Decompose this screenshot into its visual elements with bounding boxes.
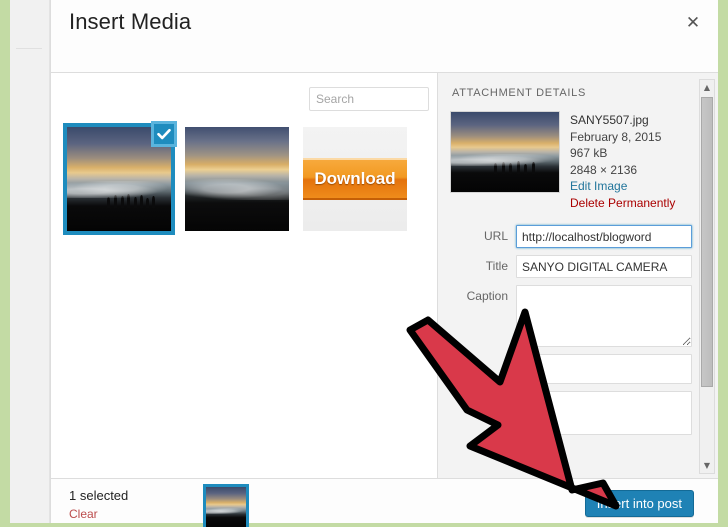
- field-row-url: URL: [450, 225, 692, 248]
- selection-status: 1 selected: [69, 488, 128, 503]
- download-bar: Download: [303, 158, 407, 200]
- title-field-label: Title: [450, 255, 516, 273]
- attachment-date: February 8, 2015: [570, 129, 675, 146]
- delete-permanently-link[interactable]: Delete Permanently: [570, 195, 675, 212]
- selected-thumbnail-image: [206, 487, 246, 527]
- alt-text-field-label: [450, 354, 516, 358]
- url-field-label: URL: [450, 225, 516, 243]
- details-scrollbar[interactable]: ▲ ▼: [699, 79, 715, 474]
- caption-field[interactable]: [516, 285, 692, 347]
- search-input[interactable]: [309, 87, 429, 111]
- silhouette-figures: [67, 189, 171, 208]
- attachment-preview-image: [451, 112, 559, 192]
- beach-sunset-wide-image: [185, 127, 289, 231]
- rail-divider: [16, 48, 42, 49]
- scroll-down-icon[interactable]: ▼: [700, 458, 714, 473]
- field-row-caption: Caption: [450, 285, 692, 347]
- attachment-metadata: SANY5507.jpg February 8, 2015 967 kB 284…: [570, 111, 675, 211]
- field-row-alt-text: [450, 354, 692, 384]
- download-button-image: Download: [303, 127, 407, 231]
- media-thumbnail-3[interactable]: Download: [303, 127, 407, 231]
- modal-header: Insert Media ✕: [51, 0, 718, 73]
- media-toolbar: [51, 87, 437, 121]
- close-icon[interactable]: ✕: [678, 8, 708, 38]
- insert-into-post-button[interactable]: Insert into post: [585, 490, 694, 517]
- check-icon[interactable]: [151, 121, 177, 147]
- title-field[interactable]: [516, 255, 692, 278]
- url-field[interactable]: [516, 225, 692, 248]
- thumbnail-grid: Download: [67, 127, 407, 231]
- download-label: Download: [314, 169, 395, 189]
- clear-selection-link[interactable]: Clear: [69, 507, 98, 521]
- field-row-title: Title: [450, 255, 692, 278]
- media-thumbnail-2[interactable]: [185, 127, 289, 231]
- selected-thumbnail[interactable]: [206, 487, 246, 527]
- attachment-filename: SANY5507.jpg: [570, 112, 675, 129]
- page-title: Insert Media: [69, 9, 191, 35]
- silhouette-figures: [451, 160, 559, 174]
- media-thumbnail-1[interactable]: [67, 127, 171, 231]
- attachment-summary: SANY5507.jpg February 8, 2015 967 kB 284…: [450, 111, 692, 211]
- attachment-details-pane: ATTACHMENT DETAILS SANY5507.jpg February…: [438, 73, 718, 478]
- insert-media-modal: Insert Media ✕: [50, 0, 718, 523]
- attachment-preview[interactable]: [450, 111, 560, 193]
- attachment-details-heading: ATTACHMENT DETAILS: [452, 87, 692, 99]
- modal-body: Download ATTACHMENT DETAILS: [51, 73, 718, 478]
- modal-footer: 1 selected Clear Insert into post: [51, 478, 718, 523]
- description-field[interactable]: [516, 391, 692, 435]
- alt-text-field[interactable]: [516, 354, 692, 384]
- scrollbar-thumb[interactable]: [701, 97, 713, 387]
- attachment-filesize: 967 kB: [570, 145, 675, 162]
- media-library-pane: Download: [51, 73, 438, 478]
- attachment-form: URL Title Caption: [450, 225, 692, 435]
- edit-image-link[interactable]: Edit Image: [570, 178, 675, 195]
- page-left-rail: [10, 0, 50, 523]
- field-row-description: [450, 391, 692, 435]
- scroll-up-icon[interactable]: ▲: [700, 80, 714, 95]
- attachment-dimensions: 2848 × 2136: [570, 162, 675, 179]
- caption-field-label: Caption: [450, 285, 516, 303]
- description-field-label: [450, 391, 516, 395]
